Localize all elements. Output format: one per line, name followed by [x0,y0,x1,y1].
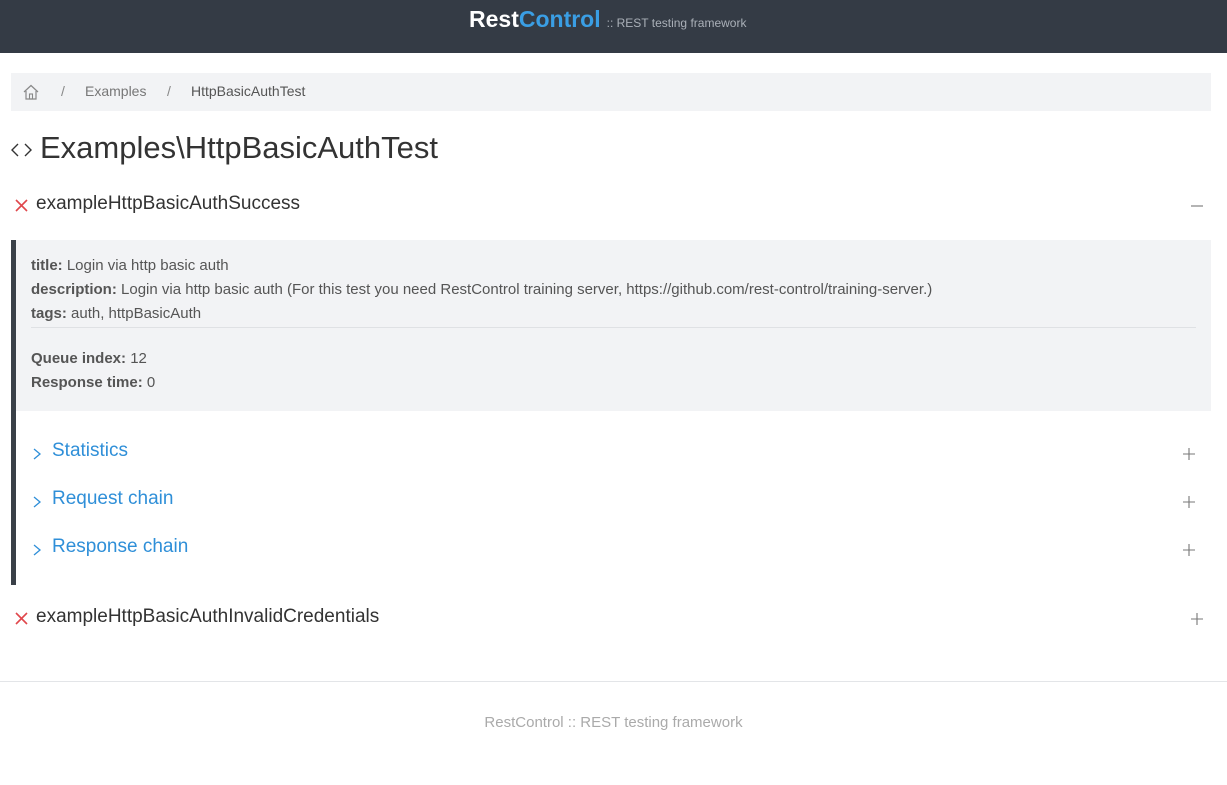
section-label: Statistics [52,440,129,461]
fail-x-icon [15,199,28,212]
breadcrumb-separator: / [61,83,65,99]
meta-value: Login via http basic auth [66,257,229,274]
footer-text: RestControl :: REST testing framework [484,714,743,731]
code-icon [11,143,32,157]
test-header-invalid-credentials[interactable]: exampleHttpBasicAuthInvalidCredentials [11,603,1211,633]
plus-icon[interactable] [1182,495,1196,509]
section-request-chain[interactable]: Request chain [32,486,1196,516]
meta-description-line: description: Login via http basic auth (… [31,281,932,298]
meta-key: description: [31,281,117,298]
brand-rest-text: Rest [469,6,519,32]
section-label: Response chain [52,536,189,557]
meta-title-line: title: Login via http basic auth [31,257,229,274]
footer-divider [0,681,1227,682]
plus-icon[interactable] [1182,543,1196,557]
meta-value: Login via http basic auth (For this test… [121,281,933,298]
brand-tagline: :: REST testing framework [606,16,747,30]
meta-key: Response time: [31,374,143,391]
meta-response-time-line: Response time: 0 [31,374,155,391]
breadcrumb: / Examples / HttpBasicAuthTest [11,73,1211,111]
breadcrumb-separator: / [167,83,171,99]
test-name: exampleHttpBasicAuthSuccess [36,193,301,214]
fail-x-icon [15,612,28,625]
section-response-chain[interactable]: Response chain [32,534,1196,564]
top-navbar: RestControl:: REST testing framework [0,0,1227,53]
meta-divider [31,327,1196,328]
meta-queue-line: Queue index: 12 [31,350,147,367]
plus-icon[interactable] [1190,612,1204,626]
test-meta-box: title: Login via http basic auth descrip… [16,240,1211,411]
brand-control-text: Control [518,6,601,32]
meta-value: auth, httpBasicAuth [71,305,202,322]
chevron-right-icon [33,544,42,556]
meta-key: tags: [31,305,67,322]
test-header-success[interactable]: exampleHttpBasicAuthSuccess [11,190,1211,220]
meta-tags-line: tags: auth, httpBasicAuth [31,305,201,322]
meta-value: 12 [130,350,147,367]
home-icon[interactable] [22,83,40,101]
meta-value: 0 [146,374,156,391]
page-title-text: Examples\HttpBasicAuthTest [40,130,439,165]
breadcrumb-examples-link[interactable]: Examples [85,83,146,99]
brand-logo[interactable]: RestControl:: REST testing framework [469,6,746,33]
test-name: exampleHttpBasicAuthInvalidCredentials [36,606,380,627]
chevron-right-icon [33,448,42,460]
plus-icon[interactable] [1182,447,1196,461]
minus-icon[interactable] [1190,199,1204,213]
test-details-panel: title: Login via http basic auth descrip… [11,240,1211,585]
section-label: Request chain [52,488,174,509]
meta-key: title: [31,257,63,274]
chevron-right-icon [33,496,42,508]
breadcrumb-current: HttpBasicAuthTest [191,83,306,99]
section-statistics[interactable]: Statistics [32,438,1196,468]
meta-key: Queue index: [31,350,127,367]
